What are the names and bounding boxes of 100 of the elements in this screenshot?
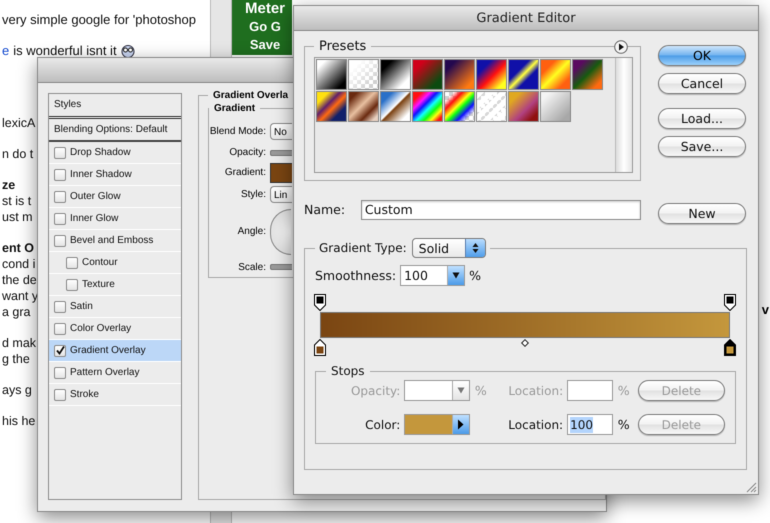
field-label: Angle: <box>236 226 266 238</box>
page-text: very simple google for 'photoshop <box>2 13 196 26</box>
preset-swatch[interactable] <box>348 59 379 90</box>
gradient-swatch[interactable] <box>270 162 292 183</box>
preset-swatch[interactable] <box>444 91 475 122</box>
group-label: Stops <box>331 364 365 378</box>
ad-banner[interactable]: Meter Go G Save <box>232 0 292 55</box>
field-label: Style: <box>240 189 266 200</box>
checkbox[interactable] <box>54 146 66 158</box>
style-list-item[interactable]: Pattern Overlay <box>49 362 181 384</box>
preset-swatch[interactable] <box>380 91 411 122</box>
field-label: Scale: <box>237 262 266 273</box>
field-label: Location: <box>507 418 564 432</box>
preset-swatch[interactable] <box>412 59 443 90</box>
style-list-item[interactable]: Blending Options: Default <box>49 119 181 142</box>
color-well[interactable] <box>404 414 470 435</box>
preset-swatch[interactable] <box>540 59 571 90</box>
unit-label: % <box>469 268 481 282</box>
page-heading: ent O <box>2 240 34 256</box>
preset-swatch[interactable] <box>412 91 443 122</box>
checkbox[interactable] <box>54 366 66 378</box>
group-label: Gradient Overla <box>213 90 288 101</box>
checkbox[interactable] <box>54 322 66 334</box>
page-text: ays g <box>2 382 32 398</box>
checkbox[interactable] <box>54 212 66 224</box>
page-heading: v <box>762 302 769 317</box>
preset-swatch[interactable] <box>572 59 603 90</box>
preset-swatch[interactable] <box>508 91 539 122</box>
checkbox[interactable] <box>54 388 66 400</box>
dropdown-arrow-icon <box>452 272 460 278</box>
style-list-item[interactable]: Outer Glow <box>49 186 181 208</box>
checkbox[interactable] <box>54 344 66 356</box>
group-label: Gradient Type: <box>319 241 407 255</box>
new-button[interactable]: New <box>658 203 746 224</box>
preset-swatch[interactable] <box>508 59 539 90</box>
checkbox[interactable] <box>66 256 78 268</box>
color-stop[interactable] <box>724 339 736 356</box>
smoothness-field[interactable]: 100 <box>400 264 466 286</box>
style-list-item[interactable]: Texture <box>49 274 181 296</box>
page-text: lexicA <box>2 115 36 131</box>
style-list-item[interactable]: Satin <box>49 296 181 318</box>
field-label: Smoothness: <box>315 268 396 282</box>
preset-swatch[interactable] <box>444 59 475 90</box>
preset-swatch[interactable] <box>476 91 507 122</box>
unit-label: % <box>474 383 487 398</box>
dropdown-arrow-icon <box>456 387 465 394</box>
angle-dial[interactable] <box>270 208 291 255</box>
checkbox[interactable] <box>54 234 66 246</box>
dialog-button[interactable]: Save... <box>658 136 746 157</box>
page-text: d mak <box>2 335 36 351</box>
unit-label: % <box>618 417 630 432</box>
checkbox[interactable] <box>54 168 66 180</box>
dialog-button[interactable]: OK <box>658 45 746 66</box>
field-label: Opacity: <box>350 384 402 398</box>
preset-swatch[interactable] <box>540 91 571 122</box>
location-field[interactable] <box>567 380 613 401</box>
dropdown-select[interactable]: Lin <box>270 186 292 204</box>
text-link[interactable]: e <box>2 44 10 57</box>
slider-track[interactable] <box>270 264 292 270</box>
style-list-item[interactable]: Drop Shadow <box>49 142 181 164</box>
style-list-item[interactable]: Bevel and Emboss <box>49 230 181 252</box>
page-text: the de <box>2 272 37 288</box>
preset-swatch[interactable] <box>316 59 347 90</box>
style-list-item[interactable]: Contour <box>49 252 181 274</box>
style-list-item[interactable]: Gradient Overlay <box>49 340 181 362</box>
group-label: Presets <box>319 39 366 54</box>
page-text: ust m <box>2 209 33 225</box>
banner-text: Meter <box>244 0 285 18</box>
page-text: n do t <box>2 146 34 162</box>
checkbox[interactable] <box>54 300 66 312</box>
preset-swatch[interactable] <box>316 91 347 122</box>
scrollbar[interactable] <box>615 58 632 172</box>
field-label: Color: <box>364 418 402 432</box>
gradient-type-select[interactable]: Solid <box>412 238 486 258</box>
style-list-item[interactable]: Inner Glow <box>49 208 181 230</box>
dialog-button[interactable]: Cancel <box>658 73 746 94</box>
preset-swatch[interactable] <box>476 59 507 90</box>
unit-label: % <box>618 383 630 398</box>
group-label: Gradient <box>214 103 256 114</box>
emoticon-icon <box>120 44 135 58</box>
preset-swatch[interactable] <box>380 59 411 90</box>
resize-grip-icon[interactable] <box>744 480 757 493</box>
dropdown-select[interactable]: No <box>270 122 292 140</box>
checkbox[interactable] <box>66 278 78 290</box>
field-label: Location: <box>507 384 564 398</box>
style-list-item[interactable]: Inner Shadow <box>49 164 181 186</box>
window-title: Gradient Editor <box>476 10 576 26</box>
opacity-stop[interactable] <box>314 294 326 311</box>
page-text: a gra <box>2 304 30 320</box>
checkbox[interactable] <box>54 190 66 202</box>
dialog-button[interactable]: Load... <box>658 108 746 129</box>
location-field[interactable]: 100 <box>567 414 613 435</box>
preset-swatch[interactable] <box>348 91 379 122</box>
page-text: cond i <box>2 256 36 272</box>
style-list-item[interactable]: Stroke <box>49 384 181 406</box>
page-text: g the <box>2 351 30 367</box>
slider-track[interactable] <box>270 150 292 156</box>
color-stop[interactable] <box>314 339 326 356</box>
opacity-stop[interactable] <box>724 294 736 311</box>
name-field[interactable]: Custom <box>360 200 641 220</box>
